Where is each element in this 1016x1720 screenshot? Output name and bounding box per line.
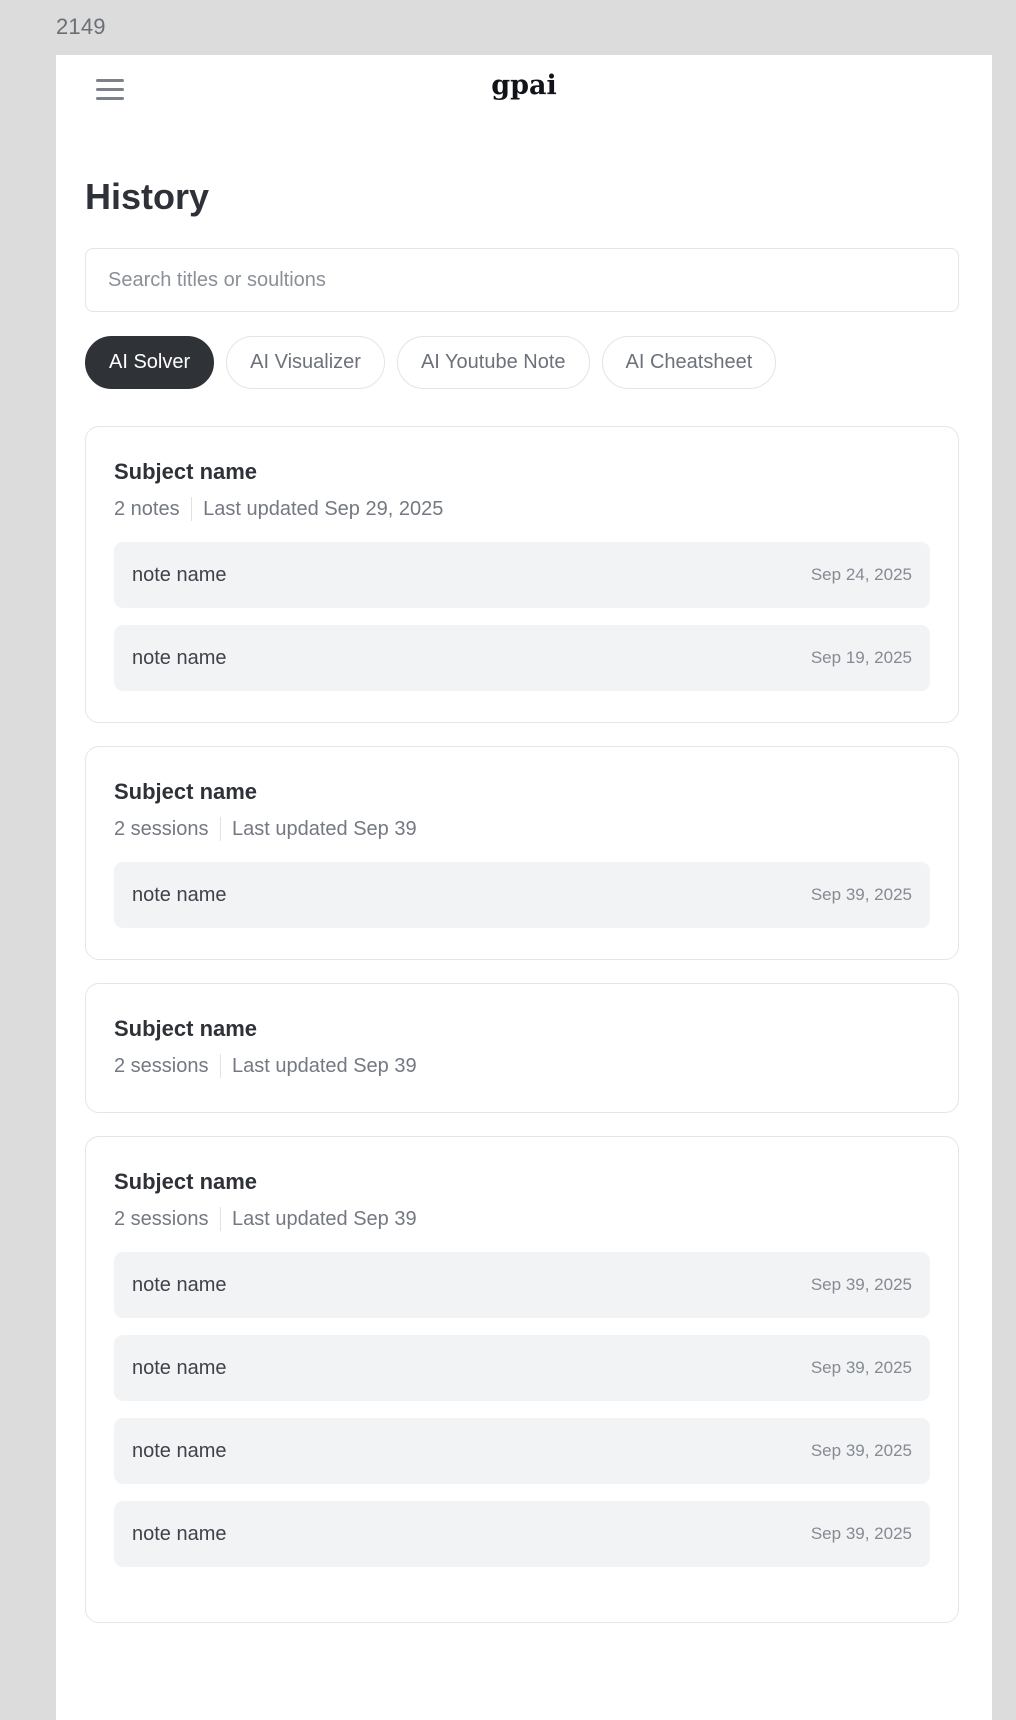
note-name: note name <box>132 646 227 669</box>
note-date: Sep 39, 2025 <box>810 885 912 904</box>
note-item[interactable]: note name Sep 39, 2025 <box>114 1418 930 1484</box>
subject-title: Subject name <box>114 459 258 484</box>
note-date: Sep 39, 2025 <box>810 1358 912 1377</box>
frame-label: 2149 <box>56 14 106 39</box>
tab-ai-youtube-note[interactable]: AI Youtube Note <box>396 336 590 389</box>
top-bar: gpai <box>56 55 992 123</box>
tab-ai-visualizer[interactable]: AI Visualizer <box>226 336 385 389</box>
note-item[interactable]: note name Sep 39, 2025 <box>114 1501 930 1567</box>
search-box <box>85 248 959 312</box>
note-item[interactable]: note name Sep 19, 2025 <box>114 625 930 691</box>
note-item[interactable]: note name Sep 24, 2025 <box>114 542 930 608</box>
note-name: note name <box>132 1356 227 1379</box>
subject-title: Subject name <box>114 1169 258 1194</box>
tool-tabs: AI Solver AI Visualizer AI Youtube Note … <box>85 336 777 389</box>
note-date: Sep 39, 2025 <box>810 1524 912 1543</box>
subject-updated: Last updated Sep 29, 2025 <box>203 498 444 520</box>
note-item[interactable]: note name Sep 39, 2025 <box>114 1335 930 1401</box>
subject-title: Subject name <box>114 779 258 804</box>
subject-count: 2 sessions <box>114 1055 209 1077</box>
subject-count: 2 sessions <box>114 1208 209 1230</box>
note-list: note name Sep 39, 2025 <box>114 862 930 928</box>
search-input[interactable] <box>86 249 958 311</box>
note-name: note name <box>132 563 227 586</box>
note-item[interactable]: note name Sep 39, 2025 <box>114 862 930 928</box>
page-title: History <box>85 176 210 217</box>
note-list: note name Sep 39, 2025 note name Sep 39,… <box>114 1252 930 1567</box>
note-date: Sep 39, 2025 <box>810 1441 912 1460</box>
note-list: note name Sep 24, 2025 note name Sep 19,… <box>114 542 930 691</box>
note-date: Sep 39, 2025 <box>810 1275 912 1294</box>
brand-logo: gpai <box>491 70 557 101</box>
note-item[interactable]: note name Sep 39, 2025 <box>114 1252 930 1318</box>
subject-updated: Last updated Sep 39 <box>232 818 417 840</box>
subject-card[interactable]: Subject name 2 sessions Last updated Sep… <box>85 1136 959 1623</box>
note-name: note name <box>132 1522 227 1545</box>
note-name: note name <box>132 1273 227 1296</box>
subject-card[interactable]: Subject name 2 sessions Last updated Sep… <box>85 983 959 1113</box>
subject-updated: Last updated Sep 39 <box>232 1055 417 1077</box>
subject-count: 2 notes <box>114 498 180 520</box>
meta-divider <box>219 817 221 841</box>
subject-card[interactable]: Subject name 2 notes Last updated Sep 29… <box>85 426 959 723</box>
subject-meta: 2 notes Last updated Sep 29, 2025 <box>114 497 930 521</box>
note-date: Sep 19, 2025 <box>810 648 912 667</box>
tab-ai-cheatsheet[interactable]: AI Cheatsheet <box>601 336 777 389</box>
subject-meta: 2 sessions Last updated Sep 39 <box>114 817 930 841</box>
note-name: note name <box>132 1439 227 1462</box>
subject-title: Subject name <box>114 1016 258 1041</box>
meta-divider <box>219 1054 221 1078</box>
subject-meta: 2 sessions Last updated Sep 39 <box>114 1207 930 1231</box>
note-date: Sep 24, 2025 <box>810 565 912 584</box>
app-page: gpai History AI Solver AI Visualizer AI … <box>56 55 992 1720</box>
subject-updated: Last updated Sep 39 <box>232 1208 417 1230</box>
subject-card[interactable]: Subject name 2 sessions Last updated Sep… <box>85 746 959 960</box>
note-name: note name <box>132 883 227 906</box>
meta-divider <box>219 1207 221 1231</box>
meta-divider <box>190 497 193 521</box>
subject-count: 2 sessions <box>114 818 209 840</box>
subject-meta: 2 sessions Last updated Sep 39 <box>114 1054 930 1078</box>
tab-ai-solver[interactable]: AI Solver <box>85 336 215 389</box>
